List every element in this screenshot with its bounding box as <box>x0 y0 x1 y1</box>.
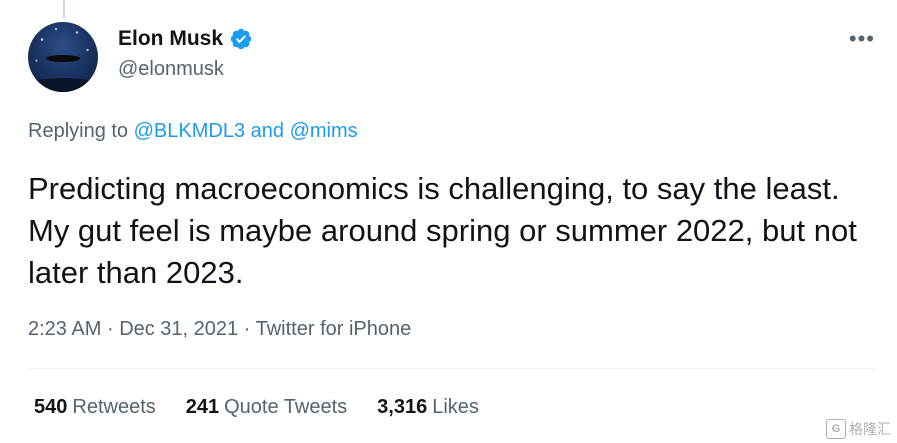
avatar-horizon <box>28 78 98 92</box>
reply-prefix: Replying to <box>28 120 129 142</box>
likes-count: 3,316 <box>377 396 428 418</box>
reply-context: Replying to @BLKMDL3 and @mims <box>28 120 358 143</box>
more-options-icon[interactable]: ••• <box>849 28 875 50</box>
watermark-text: 格隆汇 <box>849 421 891 437</box>
retweets-label: Retweets <box>72 396 156 418</box>
quote-tweets-stat[interactable]: 241 Quote Tweets <box>186 396 347 419</box>
meta-separator: · <box>243 318 251 340</box>
tweet-source[interactable]: Twitter for iPhone <box>256 318 412 340</box>
likes-label: Likes <box>432 396 479 418</box>
retweets-stat[interactable]: 540 Retweets <box>34 396 156 419</box>
watermark-logo-icon: G <box>826 419 846 439</box>
tweet-text: Predicting macroeconomics is challenging… <box>28 171 857 290</box>
avatar-spacecraft <box>46 55 80 62</box>
avatar[interactable] <box>28 22 98 92</box>
author-name-row: Elon Musk <box>118 27 253 51</box>
tweet-stats: 540 Retweets 241 Quote Tweets 3,316 Likes <box>34 396 479 419</box>
tweet-date[interactable]: Dec 31, 2021 <box>119 318 238 340</box>
quote-tweets-count: 241 <box>185 396 220 418</box>
thread-connector-line <box>63 0 65 18</box>
likes-stat[interactable]: 3,316 Likes <box>377 396 479 419</box>
reply-conjunction: and <box>250 120 285 142</box>
reply-mention-mims[interactable]: @mims <box>290 120 358 142</box>
reply-mention-blkmdl3[interactable]: @BLKMDL3 <box>134 120 245 142</box>
meta-separator: · <box>106 318 114 340</box>
retweets-count: 540 <box>34 396 68 418</box>
tweet-meta: 2:23 AM · Dec 31, 2021 · Twitter for iPh… <box>28 318 411 341</box>
author-display-name[interactable]: Elon Musk <box>118 27 223 51</box>
verified-badge-icon <box>230 28 252 50</box>
tweet-time[interactable]: 2:23 AM <box>28 318 101 340</box>
author-handle[interactable]: @elonmusk <box>118 58 224 81</box>
watermark: G 格隆汇 <box>826 419 891 439</box>
stats-divider <box>28 368 877 369</box>
quote-tweets-label: Quote Tweets <box>224 396 348 418</box>
